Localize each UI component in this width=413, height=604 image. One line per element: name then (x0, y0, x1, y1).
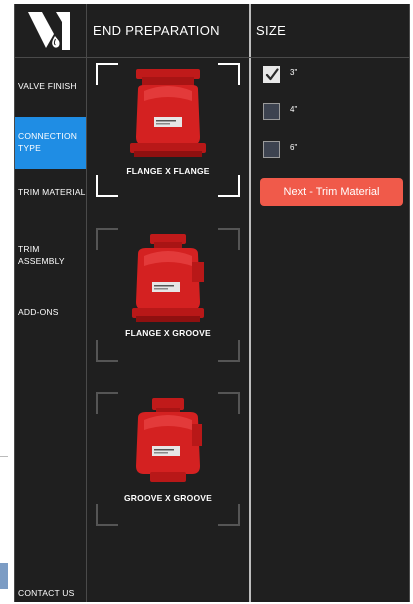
corner-bracket (96, 228, 118, 250)
size-option-6[interactable]: 6" (263, 139, 297, 159)
sidebar-item-label: TRIM ASSEMBLY (18, 244, 65, 266)
option-flange-x-groove[interactable]: FLANGE X GROOVE (96, 228, 240, 362)
size-option-3[interactable]: 3" (263, 64, 297, 84)
size-heading: SIZE (256, 23, 287, 38)
size-option-label: 4" (290, 104, 298, 114)
corner-bracket (218, 504, 240, 526)
size-option-label: 3" (290, 67, 298, 77)
sidebar-item-label: TRIM MATERIAL (18, 187, 86, 197)
external-blue-block (0, 563, 8, 589)
option-label: FLANGE X FLANGE (126, 166, 210, 176)
corner-bracket (96, 175, 118, 197)
size-option-label: 6" (290, 142, 298, 152)
sidebar-item-valve-finish[interactable]: VALVE FINISH (14, 80, 86, 94)
sidebar-item-trim-assembly[interactable]: TRIM ASSEMBLY (14, 243, 86, 273)
corner-bracket (96, 392, 118, 414)
corner-bracket (96, 63, 118, 85)
right-edge (409, 4, 410, 602)
checkmark-icon (265, 67, 279, 80)
option-flange-x-flange[interactable]: FLANGE X FLANGE (96, 63, 240, 197)
logo[interactable] (14, 4, 86, 58)
checkbox-checked[interactable] (263, 65, 280, 83)
sidebar-divider (86, 4, 87, 602)
corner-bracket (218, 63, 240, 85)
corner-bracket (218, 228, 240, 250)
valve-flange-flange-icon (130, 69, 206, 157)
column-divider (249, 4, 251, 602)
option-label: GROOVE X GROOVE (123, 493, 213, 503)
corner-bracket (218, 175, 240, 197)
next-trim-material-button[interactable]: Next - Trim Material (260, 178, 403, 206)
contact-us-label: CONTACT US (18, 588, 75, 598)
sidebar-item-add-ons[interactable]: ADD-ONS (14, 306, 86, 320)
sidebar-item-label: CONNECTION TYPE (18, 131, 78, 153)
checkbox-unchecked[interactable] (263, 140, 280, 158)
sidebar-item-label: ADD-ONS (18, 307, 59, 317)
size-option-4[interactable]: 4" (263, 101, 297, 121)
corner-bracket (96, 340, 118, 362)
valve-v-logo-icon (28, 12, 70, 50)
option-label: FLANGE X GROOVE (125, 328, 211, 338)
valve-flange-groove-icon (132, 234, 204, 322)
sidebar-item-trim-material[interactable]: TRIM MATERIAL (14, 186, 86, 216)
corner-bracket (218, 392, 240, 414)
left-edge (14, 4, 15, 602)
end-preparation-heading: END PREPARATION (93, 23, 220, 38)
corner-bracket (218, 340, 240, 362)
contact-us-link[interactable]: CONTACT US (14, 587, 86, 601)
sidebar-item-label: VALVE FINISH (18, 81, 77, 91)
header-divider (14, 57, 409, 58)
option-groove-x-groove[interactable]: GROOVE X GROOVE (96, 392, 240, 526)
checkbox-unchecked[interactable] (263, 102, 280, 120)
sidebar-item-connection-type[interactable]: CONNECTION TYPE (14, 117, 86, 169)
external-divider (0, 456, 8, 457)
valve-groove-groove-icon (136, 398, 202, 482)
corner-bracket (96, 504, 118, 526)
